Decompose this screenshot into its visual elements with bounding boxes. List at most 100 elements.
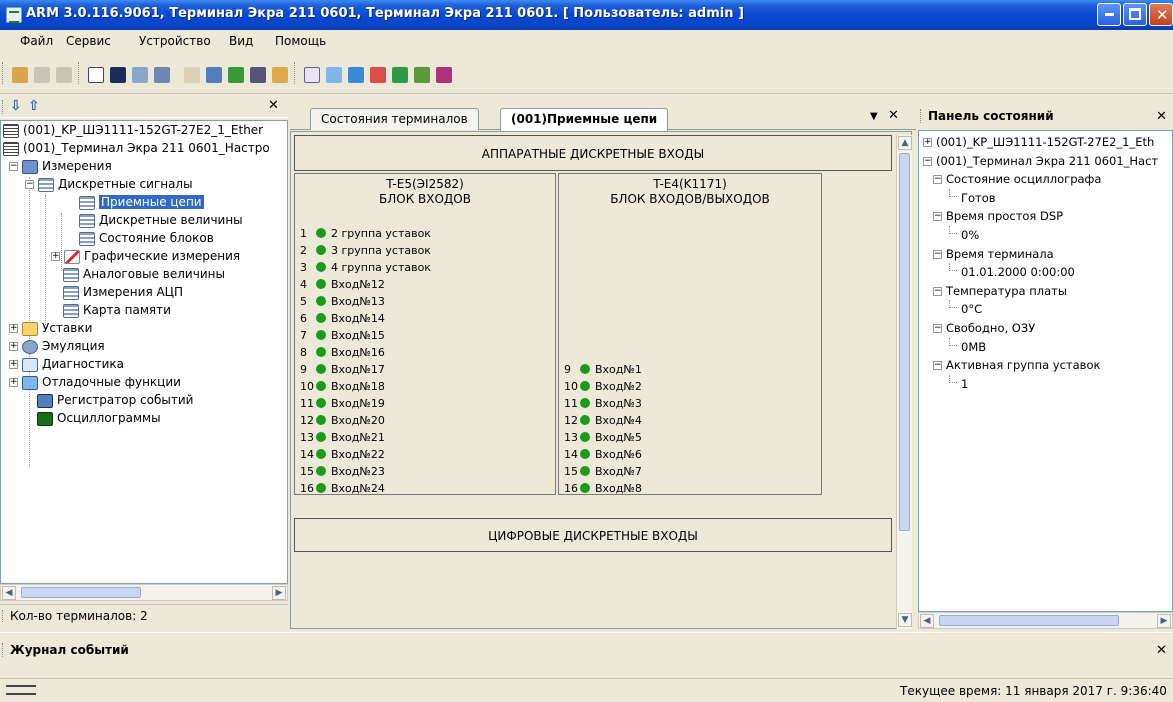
scroll-right-icon[interactable]: ▶ [272,586,286,600]
tree-item-discrete-values[interactable]: Дискретные величины [79,211,243,229]
status-node[interactable]: − (001)_Терминал Экра 211 0601_Наст [923,152,1158,170]
center-vertical-scrollbar[interactable]: ▲ ▼ [896,135,912,629]
filter-icon[interactable] [250,67,266,83]
toolbar-grip[interactable] [294,62,297,84]
expand-icon[interactable]: + [923,138,932,147]
tree-item-adc-measurements[interactable]: Измерения АЦП [63,283,183,301]
tree-item-analog-values[interactable]: Аналоговые величины [63,265,225,283]
input-number: 4 [300,278,307,291]
tree-item-memory-map[interactable]: Карта памяти [63,301,171,319]
expand-icon[interactable]: + [9,324,18,333]
tree-item-debug-functions[interactable]: + Отладочные функции [9,373,181,391]
tree-item-event-recorder[interactable]: Регистратор событий [37,391,193,409]
collapse-icon[interactable]: − [933,249,942,259]
connect-icon[interactable] [12,67,28,83]
collapse-icon[interactable]: − [9,162,18,171]
tools-icon[interactable] [272,67,288,83]
left-horizontal-scrollbar[interactable]: ◀ ▶ [0,584,288,601]
scroll-thumb[interactable] [21,587,141,598]
input-number: 12 [564,414,578,427]
minimize-button[interactable] [1097,3,1121,26]
tab-list-icon[interactable]: ▼ [870,111,878,122]
collapse-icon[interactable]: − [933,286,942,296]
tree-item-measurements[interactable]: − Измерения [9,157,112,175]
scroll-right-icon[interactable]: ▶ [1157,614,1171,628]
expand-icon[interactable]: + [9,342,18,351]
status-node[interactable]: − Время терминала [933,245,1054,263]
right-horizontal-scrollbar[interactable]: ◀ ▶ [918,612,1173,629]
close-icon[interactable]: ✕ [1156,109,1167,124]
expand-icon[interactable]: + [9,378,18,387]
title-bar[interactable]: ARM 3.0.116.9061, Терминал Экра 211 0601… [0,0,1173,30]
tree-icon[interactable] [228,67,244,83]
open-icon[interactable] [184,67,200,83]
input-number: 9 [564,363,571,376]
status-node[interactable]: − Время простоя DSP [933,207,1063,225]
properties-icon[interactable] [56,67,72,83]
exit-icon[interactable] [436,67,452,83]
move-down-icon[interactable]: ⇩ [10,98,22,114]
export-icon[interactable] [348,67,364,83]
collapse-icon[interactable]: − [25,180,34,189]
status-node[interactable]: − Состояние осциллографа [933,170,1101,188]
tree-item-terminal-kp[interactable]: (001)_KP_ШЭ1111-152GT-27E2_1_Ether [3,121,263,139]
window-layout-icon[interactable] [154,67,170,83]
tree-item-emulation[interactable]: + Эмуляция [9,337,105,355]
print-icon[interactable] [304,67,320,83]
menu-device[interactable]: Устройство [139,34,211,48]
scroll-up-icon[interactable]: ▲ [898,136,912,150]
tree-item-graphic-measurements[interactable]: + Графические измерения [51,247,240,265]
tree-item-settings[interactable]: + Уставки [9,319,92,337]
menu-file[interactable]: Файл [20,34,53,48]
report-icon[interactable] [206,67,222,83]
chart-icon[interactable] [392,67,408,83]
panel-grip[interactable] [2,100,5,114]
status-node[interactable]: + (001)_KP_ШЭ1111-152GT-27E2_1_Eth [923,133,1154,151]
expand-icon[interactable]: + [51,252,60,261]
tree-item-oscillograms[interactable]: Осциллограммы [37,409,161,427]
menu-service[interactable]: Сервис [66,34,111,48]
tree-item-receiving-circuits[interactable]: Приемные цепи [79,193,204,211]
close-icon[interactable]: ✕ [888,108,899,123]
edit-icon[interactable] [326,67,342,83]
tree-item-diagnostics[interactable]: + Диагностика [9,355,124,373]
collapse-icon[interactable]: − [933,361,942,371]
close-icon[interactable]: ✕ [268,98,279,113]
input-label: Вход№24 [331,482,385,495]
tab-terminal-states[interactable]: Состояния терминалов [310,108,479,130]
grid-view-icon[interactable] [110,67,126,83]
collapse-icon[interactable]: − [933,175,942,185]
collapse-icon[interactable]: − [933,212,942,222]
hardware-inputs-header: АППАРАТНЫЕ ДИСКРЕТНЫЕ ВХОДЫ [294,135,892,171]
close-icon[interactable]: ✕ [1156,643,1167,658]
collapse-icon[interactable]: − [923,156,932,166]
status-node[interactable]: − Активная группа уставок [933,356,1100,374]
tree-item-terminal-ekra[interactable]: (001)_Терминал Экра 211 0601_Настро [3,139,270,157]
chart-icon [64,249,80,264]
collapse-icon[interactable]: − [933,324,942,333]
tab-receiving-circuits[interactable]: (001)Приемные цепи [500,108,669,131]
scroll-left-icon[interactable]: ◀ [920,614,934,628]
maximize-button[interactable] [1123,3,1147,26]
tree-item-discrete-signals[interactable]: − Дискретные сигналы [25,175,193,193]
scroll-down-icon[interactable]: ▼ [898,613,912,627]
close-button[interactable]: ✕ [1149,3,1173,26]
move-up-icon[interactable]: ⇧ [28,98,40,114]
settings-icon[interactable] [414,67,430,83]
scroll-left-icon[interactable]: ◀ [2,586,16,600]
status-node[interactable]: − Температура платы [933,282,1067,300]
scroll-thumb[interactable] [939,615,1119,626]
menu-help[interactable]: Помощь [275,34,326,48]
list-icon[interactable] [88,67,104,83]
expand-icon[interactable]: + [9,360,18,369]
status-label: Свободно, ОЗУ [946,321,1036,335]
menu-view[interactable]: Вид [229,34,253,48]
record-icon[interactable] [370,67,386,83]
columns-icon[interactable] [132,67,148,83]
tree-item-block-state[interactable]: Состояние блоков [79,229,214,247]
status-node[interactable]: − Свободно, ОЗУ [933,319,1035,337]
disconnect-icon[interactable] [34,67,50,83]
scroll-thumb[interactable] [899,153,910,531]
toolbar-grip[interactable] [2,62,5,84]
toolbar-grip[interactable] [78,62,81,84]
